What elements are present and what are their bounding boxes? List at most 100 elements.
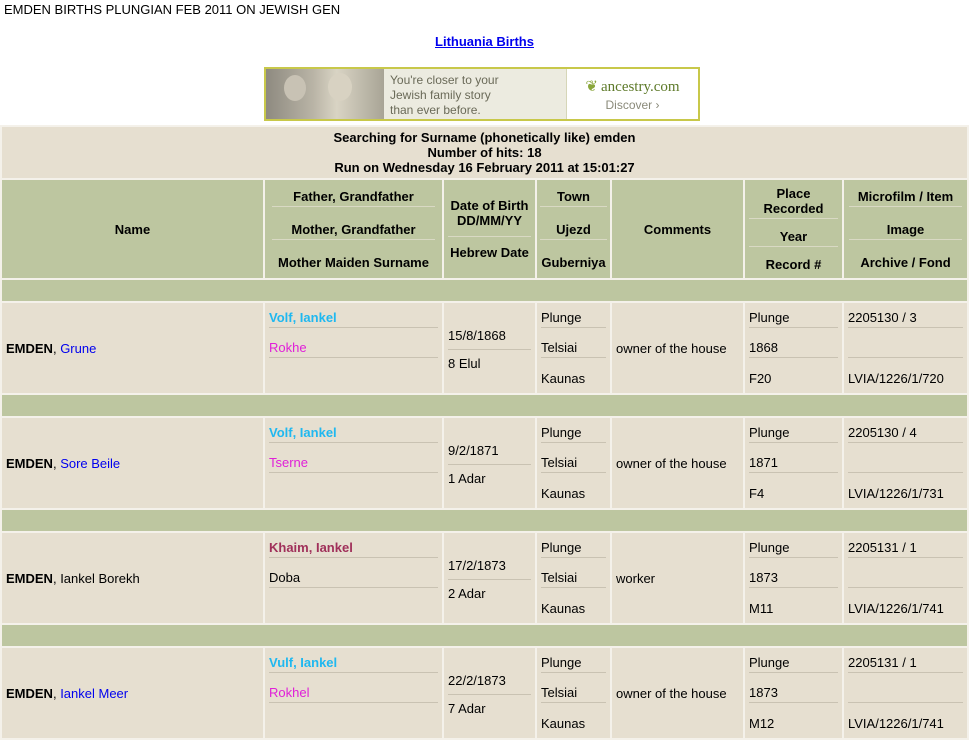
name-cell: EMDEN, Iankel Meer [2,648,263,738]
comment: owner of the house [612,303,743,393]
father-link[interactable]: Volf, Iankel [269,423,438,444]
dob-cell: 17/2/1873 2 Adar [444,533,535,623]
image-no [848,453,964,474]
birth-date: 9/2/1871 [448,441,531,465]
dob-cell: 9/2/1871 1 Adar [444,418,535,508]
record-cell: Plunge 1868 F20 [745,303,842,393]
ad-discover-button[interactable]: Discover › [605,98,659,112]
header-hebrew: Hebrew Date [450,245,529,260]
mother-link[interactable]: Tserne [269,453,438,474]
film-cell: 2205130 / 3 LVIA/1226/1/720 [844,303,968,393]
maiden-surname [269,484,438,503]
father-link[interactable]: Vulf, Iankel [269,653,438,674]
comment: owner of the house [612,648,743,738]
record-year: 1873 [749,568,838,589]
header-town: Town [539,187,608,207]
town: Plunge [541,538,606,559]
maiden-surname [269,714,438,733]
place-cell: Plunge Telsiai Kaunas [537,648,610,738]
surname: EMDEN [6,685,53,701]
page: EMDEN BIRTHS PLUNGIAN FEB 2011 ON JEWISH… [0,0,969,740]
given-name-link[interactable]: Iankel Meer [60,686,128,701]
row-separator [2,280,968,301]
name-cell: EMDEN, Iankel Borekh [2,533,263,623]
header-microfilm: Microfilm / Item [848,187,963,207]
microfilm-item: 2205130 / 3 [848,308,964,329]
surname: EMDEN [6,570,53,586]
microfilm-item: 2205131 / 1 [848,538,964,559]
row-separator [2,625,968,646]
archive-fond: LVIA/1226/1/741 [848,715,944,731]
archive-fond: LVIA/1226/1/731 [848,485,944,501]
ancestry-ad-banner[interactable]: You're closer to your Jewish family stor… [264,67,700,121]
father-link[interactable]: Volf, Iankel [269,308,438,329]
hit-count: Number of hits: 18 [427,145,542,160]
ad-family-photo [266,69,384,119]
place-recorded: Plunge [749,423,838,444]
place-cell: Plunge Telsiai Kaunas [537,303,610,393]
header-comments: Comments [612,180,743,278]
record-cell: Plunge 1873 M12 [745,648,842,738]
image-no [848,683,964,704]
place-cell: Plunge Telsiai Kaunas [537,418,610,508]
header-maiden: Mother Maiden Surname [278,254,429,270]
given-name-link[interactable]: Sore Beile [60,456,120,471]
surname: EMDEN [6,340,53,356]
header-place-recorded: Place Recorded [748,184,839,219]
header-row: Name Father, Grandfather Mother, Grandfa… [2,180,968,278]
film-cell: 2205131 / 1 LVIA/1226/1/741 [844,648,968,738]
header-record: Place Recorded Year Record # [745,180,842,278]
hebrew-date: 7 Adar [448,700,486,716]
header-father: Father, Grandfather [272,187,435,207]
birth-date: 15/8/1868 [448,326,531,350]
comment: owner of the house [612,418,743,508]
town: Plunge [541,653,606,674]
header-name: Name [2,180,263,278]
hebrew-date: 2 Adar [448,585,486,601]
place-recorded: Plunge [749,308,838,329]
record-number: M12 [749,715,775,731]
ad-line-3: than ever before. [390,103,481,117]
microfilm-item: 2205130 / 4 [848,423,964,444]
row-separator [2,510,968,531]
page-title: EMDEN BIRTHS PLUNGIAN FEB 2011 ON JEWISH… [4,2,341,17]
family-cell: Vulf, Iankel Rokhel [265,648,442,738]
guberniya: Kaunas [541,370,586,386]
mother-name: Doba [269,568,438,589]
archive-fond: LVIA/1226/1/741 [848,600,944,616]
record-number: M11 [749,600,774,616]
mother-link[interactable]: Rokhel [269,683,438,704]
birth-date: 17/2/1873 [448,556,531,580]
lithuania-births-link[interactable]: Lithuania Births [0,34,969,49]
surname: EMDEN [6,455,53,471]
town: Plunge [541,423,606,444]
table-row: EMDEN, Grune Volf, Iankel Rokhe 15/8/186… [2,303,968,393]
header-guberniya: Guberniya [541,254,606,270]
father-link[interactable]: Khaim, Iankel [269,538,438,559]
header-record-no: Record # [765,257,822,272]
ujezd: Telsiai [541,453,606,474]
header-image: Image [848,220,963,240]
record-year: 1868 [749,338,838,359]
leaf-icon: ❦ [585,78,598,95]
family-cell: Volf, Iankel Tserne [265,418,442,508]
mother-link[interactable]: Rokhe [269,338,438,359]
archive-fond: LVIA/1226/1/720 [848,370,944,386]
ancestry-logo: ❦ ancestry.com [585,77,679,96]
record-number: F20 [749,370,772,386]
header-mother: Mother, Grandfather [272,220,435,240]
search-criteria: Searching for Surname (phonetically like… [333,130,636,145]
dob-cell: 22/2/1873 7 Adar [444,648,535,738]
header-dob-greg: Date of Birth DD/MM/YY [447,196,532,237]
given-name-link[interactable]: Grune [60,341,96,356]
hebrew-date: 8 Elul [448,355,481,371]
ad-brand: ❦ ancestry.com Discover › [566,69,698,119]
maiden-surname [269,369,438,388]
header-place: Town Ujezd Guberniya [537,180,610,278]
family-cell: Khaim, Iankel Doba [265,533,442,623]
guberniya: Kaunas [541,715,586,731]
dob-cell: 15/8/1868 8 Elul [444,303,535,393]
place-recorded: Plunge [749,653,838,674]
ujezd: Telsiai [541,338,606,359]
guberniya: Kaunas [541,600,586,616]
